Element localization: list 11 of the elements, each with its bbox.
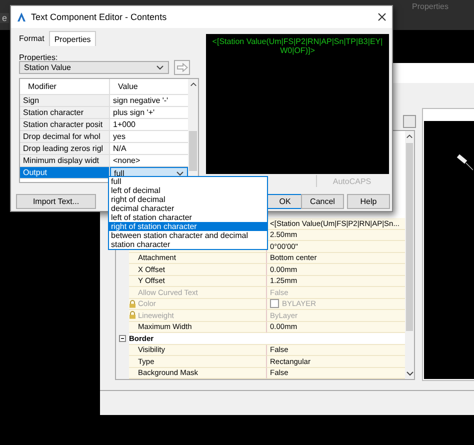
modifier-value: sign negative '-' (110, 95, 188, 107)
modifier-value: plus sign '+' (110, 107, 188, 119)
field-label: Properties: (19, 53, 58, 62)
autocaps-label: AutoCAPS (316, 175, 387, 187)
modifier-value: 1+000 (110, 119, 188, 131)
modifier-value: N/A (110, 143, 188, 155)
modifier-value: <none> (110, 155, 188, 167)
window-title: Text Component Editor - Contents (31, 12, 168, 22)
column-header: Modifier (20, 79, 110, 95)
preview-text: <[Station Value(Um|FS|P2|RN|AP|Sn|TP|B3|EY|W0|OF)]> (206, 34, 389, 174)
ribbon-label: Properties (412, 2, 448, 11)
